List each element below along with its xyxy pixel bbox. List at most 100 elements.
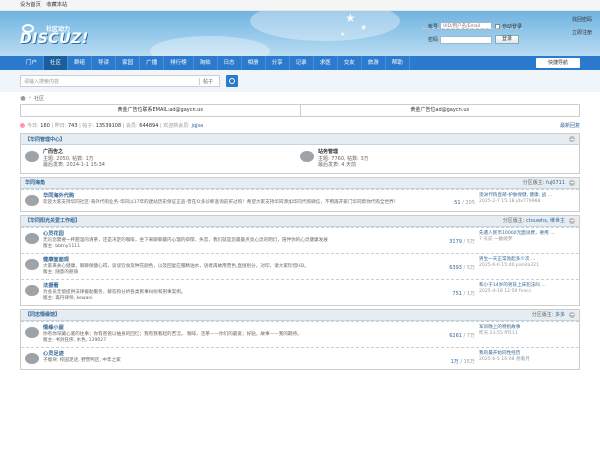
nav-item[interactable]: 记录 [290,56,314,70]
forgot-password-link[interactable]: 找回密码 [572,16,592,23]
board-moderators[interactable]: 版主: 随意的朋骑 [43,270,415,276]
board-cell[interactable]: 站务管理 主题: 7760, 帖数: 3万 最后发表: 4 天前 [300,149,575,169]
nav-item[interactable]: 求医 [314,56,338,70]
category-header[interactable]: 【华同管理中心】 [21,134,579,145]
board-last[interactable]: 最后发表: 4 天前 [318,162,369,169]
nav-item[interactable]: 分享 [266,56,290,70]
ad-banner: 黄金广告位联系EMAIL:ad@gaycn.us 黄金广告位ad@gaycn.u… [20,104,580,117]
nav-item[interactable]: 排行榜 [164,56,194,70]
board-last[interactable]: 最后发表: 2024-1-1 15:34 [43,162,105,169]
search-icon[interactable] [226,75,238,87]
password-input[interactable] [440,35,492,44]
last-post-meta: 2025-6-5 16:08 想着月 [479,356,530,362]
ad-slot[interactable]: 黄金广告位ad@gaycn.us [301,105,580,116]
board-name[interactable]: 华同海外代购 [43,193,415,200]
collapse-icon[interactable] [569,179,575,186]
board-moderators[interactable]: 版主: bbtny1111 [43,244,415,250]
breadcrumb-sep: › [29,95,31,101]
moderator-link[interactable]: ctouwhs, 维世主 [526,218,565,224]
category-header[interactable]: 【华同阳光关爱工作组】 分区版主: ctouwhs, 维世主 [21,215,579,227]
latest-replies-link[interactable]: 最新回复 [560,122,580,129]
search-input[interactable]: 请输入搜索内容 帖子 [20,75,220,87]
board-desc: 欢迎大家支持华同社区-海外代购业务-华同以17年的建站历史保证正品-曾在众多诊断… [43,199,399,205]
board-icon [25,151,39,162]
collapse-icon[interactable] [569,311,575,318]
board-name[interactable]: 法援著 [43,283,415,290]
board-row: 情缘小屋 你有你深藏心底的往事；你有爸爸以抽身的回忆；我有我看起的苦涩。 咖啡，… [21,320,579,347]
site-logo[interactable]: 社区动力 DISCUZ! [20,21,88,47]
board-name[interactable]: 健康面面观 [43,257,415,264]
board-row: 健康面面观 大家来关心健康，聊聊保健心得，谈谈饮食及种花颜色，以及回复应服精油水… [21,252,579,279]
search-bar: 请输入搜索内容 帖子 [0,70,600,92]
collapse-icon[interactable] [569,136,575,142]
thread-count: 6261 [449,332,462,339]
nav-item[interactable]: 旅游 [362,56,386,70]
board-name[interactable]: 心灵花园 [43,231,415,238]
category-title[interactable]: 【华同阳光关爱工作组】 [25,217,80,224]
thread-count: 3179 [449,238,462,245]
post-count: 205 [465,199,475,206]
register-link[interactable]: 立即注册 [572,29,592,36]
post-count: 7万 [466,332,475,339]
ad-slot[interactable]: 黄金广告位联系EMAIL:ad@gaycn.us [21,105,301,116]
board-icon [25,352,39,364]
home-icon[interactable] [20,95,26,101]
board-moderators[interactable]: 版主: 书剑狂侠, 水色, 139027 [43,338,415,344]
category-title[interactable]: 【华同管理中心】 [25,136,65,143]
quick-nav-button[interactable]: 快捷导航 [536,58,580,68]
board-icon [25,326,39,338]
board-row: 华同海外代购 欢迎大家支持华同社区-海外代购业务-华同以17年的建站历史保证正品… [21,188,579,211]
thread-count: 51 [454,199,461,206]
moderator-link[interactable]: fuj0711 [546,180,565,186]
header-banner: ★ ★ ★ 社区动力 DISCUZ! 帐号 自动登录 找回密码 密码 登录 立即… [0,11,600,56]
breadcrumb-current[interactable]: 社区 [34,95,44,102]
nav-item[interactable]: 日志 [218,56,242,70]
board-icon [25,284,39,296]
breadcrumb: › 社区 [0,92,600,104]
board-moderators[interactable]: 版主: 再丹律师, kewani [43,296,415,302]
main-nav: 门户 社区 群组 导读 家园 广播 排行榜 淘帖 日志 相册 分享 记录 求医 … [0,56,600,70]
nav-item[interactable]: 交友 [338,56,362,70]
category-section: 【同志情缘馆】 分区版主: 多多 情缘小屋 你有你深藏心底的往事；你有爸爸以抽身… [20,308,580,370]
nav-item-active[interactable]: 社区 [44,56,69,70]
moderator-label: 分区版主: [531,312,554,318]
board-name[interactable]: 心灵足迹 [43,351,415,358]
today-count: 160 [40,122,50,129]
nav-item[interactable]: 群组 [68,56,93,70]
star-icon: ★ [360,23,368,32]
favorite-link[interactable]: 收藏本站 [46,2,67,8]
board-icon [300,151,314,162]
moderator-link[interactable]: 多多 [555,312,565,318]
search-type-select[interactable]: 帖子 [198,77,216,85]
search-placeholder: 请输入搜索内容 [24,78,60,85]
board-desc: 子版块: 校园足迹, 野营鸭区, 中年之家 [43,357,121,363]
nav-item[interactable]: 帮助 [386,56,410,70]
category-section: 华同海角 分区版主: fuj0711 华同海外代购 欢迎大家支持华同社区-海外代… [20,176,580,212]
nav-item[interactable]: 家园 [116,56,141,70]
forum-stats: 今日: 160 | 昨日: 743 | 帖子: 13539108 | 会员: 6… [20,121,580,130]
category-section: 【华同管理中心】 广而告之 主题: 2050, 帖数: 1万 最后发表: 202… [20,133,580,174]
moderator-label: 分区版主: [522,180,545,186]
category-section: 【华同阳光关爱工作组】 分区版主: ctouwhs, 维世主 心灵花园 无论您需… [20,214,580,306]
collapse-icon[interactable] [569,217,575,224]
posts-label: 帖子: [82,123,95,129]
board-counts: 751 / 1万 [452,290,475,297]
board-counts: 51 / 205 [454,199,475,206]
board-row: 心灵足迹 子版块: 校园足迹, 野营鸭区, 中年之家 1万 / 15万 我的最开… [21,346,579,369]
board-icon [25,194,39,206]
category-header[interactable]: 【同志情缘馆】 分区版主: 多多 [21,309,579,321]
nav-item[interactable]: 广播 [140,56,165,70]
board-name[interactable]: 情缘小屋 [43,325,415,332]
nav-item[interactable]: 门户 [20,56,45,70]
nav-item[interactable]: 淘帖 [194,56,218,70]
nav-item[interactable]: 相册 [242,56,266,70]
board-cell[interactable]: 广而告之 主题: 2050, 帖数: 1万 最后发表: 2024-1-1 15:… [25,149,300,169]
set-home-link[interactable]: 设为首页 [20,2,41,8]
post-count: 15万 [463,358,475,365]
category-header[interactable]: 华同海角 分区版主: fuj0711 [21,177,579,189]
newest-member-link[interactable]: jqjsa [192,123,204,129]
category-title[interactable]: 【同志情缘馆】 [25,311,60,318]
login-button[interactable]: 登录 [495,35,520,44]
category-title[interactable]: 华同海角 [25,179,45,186]
nav-item[interactable]: 导读 [92,56,117,70]
